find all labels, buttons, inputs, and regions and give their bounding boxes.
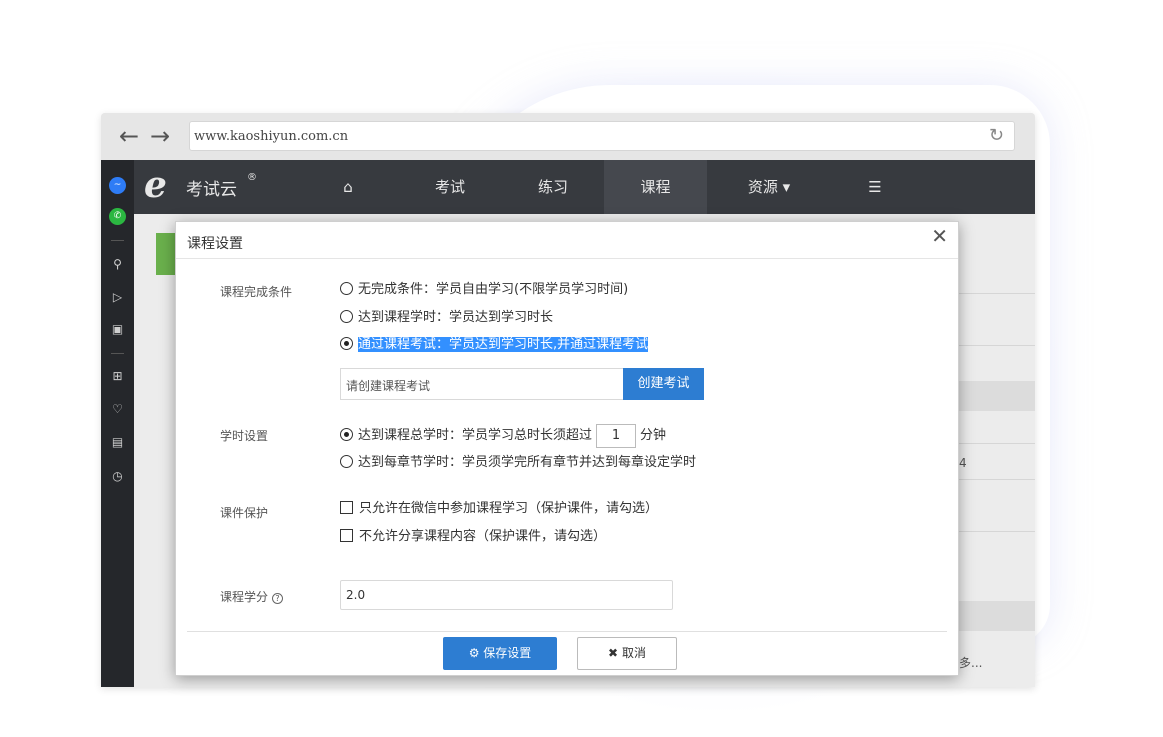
nav-exam[interactable]: 考试 bbox=[419, 160, 481, 214]
option-text: 达到每章节学时：学员须学完所有章节并达到每章设定学时 bbox=[358, 455, 697, 470]
send-icon[interactable]: ▷ bbox=[109, 289, 126, 306]
apps-icon[interactable]: ⊞ bbox=[109, 368, 126, 385]
arrow-left-icon[interactable]: ← bbox=[119, 123, 139, 149]
minutes-input[interactable]: 1 bbox=[596, 423, 637, 448]
hours-label: 学时设置 bbox=[220, 429, 269, 443]
row-divider bbox=[958, 443, 1035, 444]
divider bbox=[111, 240, 124, 241]
cancel-button[interactable]: ✖ 取消 bbox=[577, 637, 677, 670]
option-text: 只允许在微信中参加课程学习（保护课件，请勾选） bbox=[359, 501, 659, 516]
credit-label: 课程学分? bbox=[220, 588, 284, 605]
option-text: 无完成条件：学员自由学习(不限学员学习时间) bbox=[358, 282, 629, 297]
close-icon[interactable]: ✕ bbox=[931, 224, 948, 248]
background-row-text: 4 bbox=[959, 456, 967, 470]
help-icon[interactable]: ? bbox=[272, 593, 284, 604]
option-text: 达到课程学时：学员达到学习时长 bbox=[358, 310, 554, 325]
row-divider bbox=[958, 293, 1035, 294]
messenger-icon[interactable]: ~ bbox=[109, 177, 126, 194]
browser-toolbar: ← → www.kaoshiyun.com.cn ↻ bbox=[101, 113, 1035, 160]
url-text: www.kaoshiyun.com.cn bbox=[194, 129, 349, 144]
radio-button[interactable] bbox=[340, 428, 353, 441]
search-icon[interactable]: ⚲ bbox=[109, 256, 126, 273]
x-icon: ✖ bbox=[608, 646, 619, 660]
protection-option-wechat[interactable]: 只允许在微信中参加课程学习（保护课件，请勾选） bbox=[340, 500, 658, 518]
save-settings-button[interactable]: ⚙ 保存设置 bbox=[443, 637, 557, 670]
row-divider bbox=[958, 479, 1035, 480]
list-icon: ☰ bbox=[868, 178, 882, 196]
divider bbox=[187, 631, 947, 632]
option-text: 通过课程考试：学员达到学习时长,并通过课程考试 bbox=[358, 337, 649, 352]
nav-home[interactable]: ⌂ bbox=[317, 160, 379, 214]
heart-icon[interactable]: ♡ bbox=[109, 401, 126, 418]
divider bbox=[111, 353, 124, 354]
address-bar[interactable]: www.kaoshiyun.com.cn ↻ bbox=[189, 121, 1015, 151]
cancel-label: 取消 bbox=[621, 646, 646, 660]
left-sidebar: ~ ✆ ⚲ ▷ ▣ ⊞ ♡ ▤ ◷ bbox=[101, 160, 134, 687]
minutes-unit: 分钟 bbox=[640, 428, 667, 443]
background-row-text: 多... bbox=[959, 656, 983, 670]
clock-icon[interactable]: ◷ bbox=[109, 468, 126, 485]
credit-label-text: 课程学分 bbox=[220, 590, 269, 604]
completion-label: 课程完成条件 bbox=[220, 285, 293, 299]
radio-button[interactable] bbox=[340, 310, 353, 323]
checkbox[interactable] bbox=[340, 501, 353, 514]
protection-label: 课件保护 bbox=[220, 506, 269, 520]
whatsapp-icon[interactable]: ✆ bbox=[109, 208, 126, 225]
table-header-band bbox=[958, 601, 1035, 631]
radio-button[interactable] bbox=[340, 282, 353, 295]
option-text: 不允许分享课程内容（保护课件，请勾选） bbox=[359, 529, 607, 544]
create-exam-button[interactable]: 创建考试 bbox=[623, 368, 704, 400]
hours-option-chapter[interactable]: 达到每章节学时：学员须学完所有章节并达到每章设定学时 bbox=[340, 454, 696, 472]
completion-option-hours[interactable]: 达到课程学时：学员达到学习时长 bbox=[340, 309, 553, 327]
course-settings-dialog: 课程设置 ✕ 课程完成条件 无完成条件：学员自由学习(不限学员学习时间) 达到课… bbox=[175, 221, 959, 676]
home-icon: ⌂ bbox=[343, 178, 353, 196]
checkbox[interactable] bbox=[340, 529, 353, 542]
logo-registered: ® bbox=[247, 172, 257, 183]
hours-option-total[interactable]: 达到课程总学时：学员学习总时长须超过 1 分钟 bbox=[340, 423, 666, 449]
logo-mark: e bbox=[144, 164, 167, 206]
dialog-title: 课程设置 bbox=[187, 236, 243, 252]
divider bbox=[176, 258, 958, 259]
nav-resources[interactable]: 资源 ▾ bbox=[729, 160, 809, 214]
completion-option-none[interactable]: 无完成条件：学员自由学习(不限学员学习时间) bbox=[340, 281, 628, 299]
row-divider bbox=[958, 345, 1035, 346]
exam-input[interactable]: 请创建课程考试 bbox=[340, 368, 623, 400]
wallet-icon[interactable]: ▤ bbox=[109, 434, 126, 451]
top-navigation: e 考试云 ® ⌂ 考试 练习 课程 资源 ▾ ☰ bbox=[134, 160, 1035, 214]
row-divider bbox=[958, 531, 1035, 532]
logo-name: 考试云 bbox=[186, 180, 237, 200]
gear-icon: ⚙ bbox=[468, 646, 480, 660]
option-text: 达到课程总学时：学员学习总时长须超过 bbox=[358, 428, 593, 443]
nav-practice[interactable]: 练习 bbox=[522, 160, 584, 214]
completion-option-exam[interactable]: 通过课程考试：学员达到学习时长,并通过课程考试 bbox=[340, 336, 649, 354]
nav-course[interactable]: 课程 bbox=[604, 160, 707, 214]
arrow-right-icon[interactable]: → bbox=[150, 123, 170, 149]
nav-menu[interactable]: ☰ bbox=[844, 160, 906, 214]
reload-icon[interactable]: ↻ bbox=[989, 125, 1004, 146]
radio-button[interactable] bbox=[340, 455, 353, 468]
table-header-band bbox=[958, 381, 1035, 411]
protection-option-share[interactable]: 不允许分享课程内容（保护课件，请勾选） bbox=[340, 528, 606, 546]
radio-button[interactable] bbox=[340, 337, 353, 350]
save-label: 保存设置 bbox=[483, 646, 532, 660]
camera-icon[interactable]: ▣ bbox=[109, 321, 126, 338]
credit-input[interactable]: 2.0 bbox=[340, 580, 673, 610]
